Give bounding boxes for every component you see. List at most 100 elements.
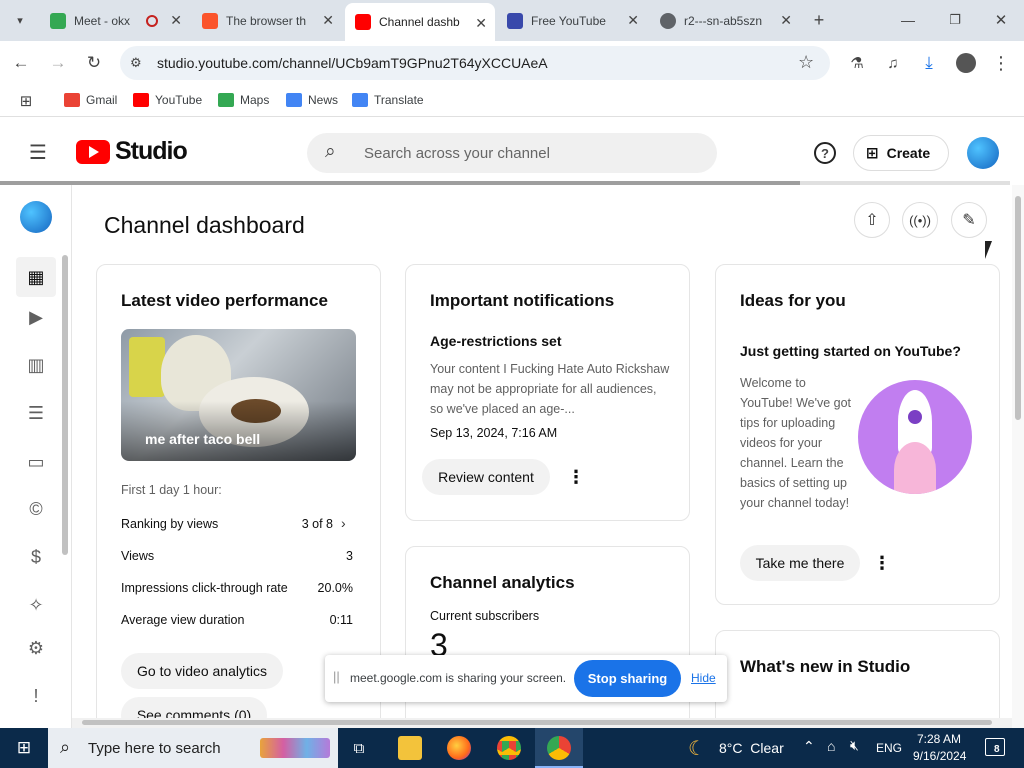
windows-start-icon[interactable]: ⊞ (14, 738, 34, 758)
media-queue-icon[interactable]: ♫ (882, 52, 904, 74)
ideas-card: Ideas for you Just getting started on Yo… (715, 264, 1000, 605)
analytics-icon[interactable]: ▥ (24, 353, 48, 377)
stop-sharing-button[interactable]: Stop sharing (574, 660, 681, 697)
close-tab-icon[interactable]: ✕ (170, 12, 182, 29)
chrome-active-icon[interactable] (547, 736, 571, 760)
gmail-icon (64, 93, 80, 107)
maps-icon (218, 93, 234, 107)
drag-handle-icon[interactable]: || (333, 669, 340, 684)
create-post-icon[interactable]: ✎ (951, 202, 987, 238)
close-window-button[interactable]: ✕ (989, 9, 1013, 31)
bookmark-maps[interactable]: Maps (218, 93, 269, 107)
metric-ctr-label: Impressions click-through rate (121, 581, 288, 595)
profile-avatar[interactable] (956, 53, 976, 73)
horizontal-scroll-thumb[interactable] (82, 720, 992, 725)
go-live-icon[interactable]: ((•)) (902, 202, 938, 238)
hide-link[interactable]: Hide (691, 671, 716, 685)
browser-tab-r2[interactable]: r2---sn-ab5szn ✕ (650, 0, 800, 41)
notification-title: Age-restrictions set (430, 333, 562, 349)
site-info-icon[interactable]: ⚙ (130, 55, 142, 71)
video-thumbnail[interactable]: me after taco bell (121, 329, 356, 461)
ideas-subheading: Just getting started on YouTube? (740, 343, 961, 359)
metric-ranking-value[interactable]: 3 of 8 (287, 517, 333, 531)
see-comments-button[interactable]: See comments (0) (121, 697, 267, 720)
screen-share-bar: || meet.google.com is sharing your scree… (325, 655, 727, 702)
brave-shield-icon (202, 12, 218, 29)
clock-date[interactable]: 9/16/2024 (913, 749, 966, 763)
bookmark-star-icon[interactable]: ☆ (798, 52, 814, 73)
labs-flask-icon[interactable]: ⚗ (846, 52, 868, 74)
youtube-icon (133, 93, 149, 107)
youtube-studio-favicon (355, 14, 371, 30)
browser-tab-free-youtube[interactable]: Free YouTube ✕ (497, 0, 647, 41)
close-tab-icon[interactable]: ✕ (780, 12, 792, 29)
settings-gear-icon[interactable]: ⚙ (24, 636, 48, 660)
customization-wand-icon[interactable]: ✧ (24, 593, 48, 617)
notification-center-icon[interactable]: 8 (985, 738, 1005, 756)
studio-logo[interactable]: Studio (76, 137, 188, 166)
go-to-video-analytics-button[interactable]: Go to video analytics (121, 653, 283, 689)
card-heading: Latest video performance (121, 291, 328, 310)
page-title: Channel dashboard (104, 212, 305, 238)
network-icon[interactable]: ⌂ (827, 738, 835, 754)
chrome-icon[interactable] (497, 736, 521, 760)
comments-icon[interactable]: ☰ (24, 401, 48, 425)
create-button[interactable]: ⊞ Create (853, 135, 949, 171)
metric-views-value: 3 (346, 549, 353, 563)
take-me-there-button[interactable]: Take me there (740, 545, 860, 581)
apps-grid-icon[interactable]: ⊞ (17, 92, 35, 110)
file-explorer-icon[interactable] (398, 736, 422, 760)
back-arrow-icon[interactable]: ← (10, 52, 32, 74)
firefox-icon[interactable] (447, 736, 471, 760)
subtitles-icon[interactable]: ▭ (24, 450, 48, 474)
earn-icon[interactable]: $ (24, 545, 48, 569)
more-options-icon[interactable]: ⋮ (872, 553, 892, 573)
rail-channel-avatar[interactable] (20, 201, 52, 233)
review-content-button[interactable]: Review content (422, 459, 550, 495)
close-tab-icon[interactable]: ✕ (475, 15, 487, 32)
bookmark-gmail[interactable]: Gmail (64, 93, 117, 107)
hamburger-menu-icon[interactable]: ☰ (26, 141, 50, 164)
tab-search-button[interactable]: ▾ (8, 8, 32, 32)
close-tab-icon[interactable]: ✕ (627, 12, 639, 29)
copyright-icon[interactable]: © (24, 497, 48, 521)
more-options-icon[interactable]: ⋮ (566, 467, 586, 487)
maximize-window-button[interactable]: ❐ (943, 9, 967, 31)
forward-arrow-icon[interactable]: → (47, 52, 69, 74)
language-indicator[interactable]: ENG (876, 741, 902, 755)
browser-tab-meet[interactable]: Meet - okx ✕ (40, 0, 190, 41)
rail-scrollbar[interactable] (62, 255, 68, 555)
address-bar[interactable]: ⚙ studio.youtube.com/channel/UCb9amT9GPn… (120, 46, 830, 80)
bookmark-translate[interactable]: Translate (352, 93, 424, 107)
clock-time[interactable]: 7:28 AM (917, 732, 961, 746)
help-icon[interactable]: ? (814, 142, 836, 164)
taskbar-search-input[interactable]: ⌕ Type here to search (48, 728, 338, 768)
tray-chevron-icon[interactable]: ⌃ (803, 738, 815, 755)
minimize-window-button[interactable]: — (896, 9, 920, 31)
channel-avatar[interactable] (967, 137, 999, 169)
weather-text[interactable]: 8°C Clear (719, 740, 784, 756)
browser-tab-brave[interactable]: The browser th ✕ (192, 0, 342, 41)
upload-icon[interactable]: ⇧ (854, 202, 890, 238)
dashboard-icon[interactable]: ▦ (16, 257, 56, 297)
task-view-icon[interactable]: ⧉ (348, 737, 370, 759)
feedback-icon[interactable]: ! (24, 684, 48, 708)
new-tab-button[interactable]: + (808, 9, 830, 31)
reload-icon[interactable]: ↻ (83, 52, 105, 74)
thumbnail-caption: me after taco bell (145, 431, 261, 447)
whats-new-card: What's new in Studio (715, 630, 1000, 720)
chevron-right-icon[interactable]: › (341, 515, 346, 531)
browser-menu-icon[interactable]: ⋮ (991, 52, 1011, 74)
vertical-scroll-thumb[interactable] (1015, 196, 1021, 420)
content-icon[interactable]: ▶ (24, 305, 48, 329)
bookmark-news[interactable]: News (286, 93, 338, 107)
bookmark-youtube[interactable]: YouTube (133, 93, 202, 107)
browser-tab-channel-dashboard[interactable]: Channel dashb ✕ (345, 3, 495, 41)
downloads-icon[interactable]: ⤓ (918, 52, 940, 74)
rocket-illustration-icon (858, 380, 972, 494)
card-heading: Ideas for you (740, 291, 846, 310)
channel-search-input[interactable]: ⌕ Search across your channel (307, 133, 717, 173)
close-tab-icon[interactable]: ✕ (322, 12, 334, 29)
windows-taskbar: ⊞ ⌕ Type here to search ⧉ ☾ 8°C Clear ⌃ … (0, 728, 1024, 768)
volume-icon[interactable]: 🔇︎ (850, 737, 859, 754)
